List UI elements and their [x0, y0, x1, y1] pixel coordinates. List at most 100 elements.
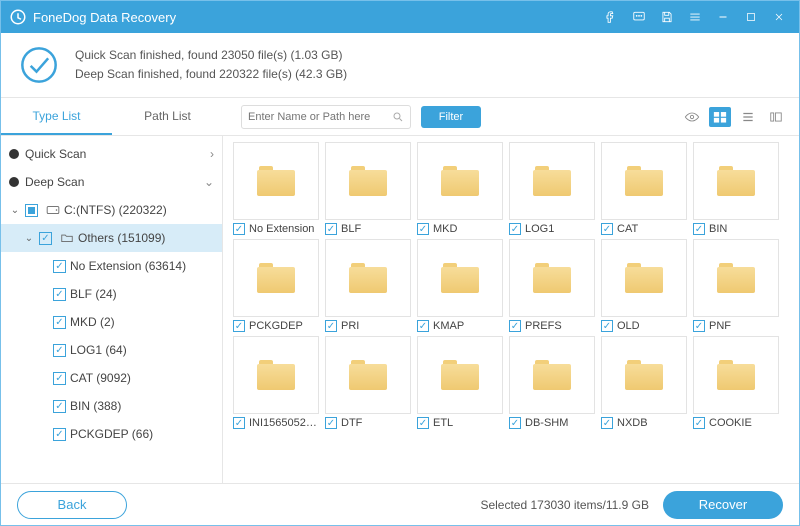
grid-item[interactable]: PREFS	[509, 239, 595, 332]
search-icon	[392, 111, 404, 123]
menu-icon[interactable]	[683, 5, 707, 29]
tree-others[interactable]: ⌄Others (151099)	[1, 224, 222, 252]
checkbox[interactable]	[233, 417, 245, 429]
recover-button[interactable]: Recover	[663, 491, 783, 519]
grid-view-icon[interactable]	[709, 107, 731, 127]
folder-thumb	[509, 336, 595, 414]
grid-item-label: No Extension	[249, 223, 314, 235]
list-view-icon[interactable]	[737, 107, 759, 127]
grid-item[interactable]: BLF	[325, 142, 411, 235]
checkbox[interactable]	[325, 417, 337, 429]
checkbox[interactable]	[417, 417, 429, 429]
grid-item[interactable]: MKD	[417, 142, 503, 235]
save-icon[interactable]	[655, 5, 679, 29]
minimize-icon[interactable]	[711, 5, 735, 29]
grid-item[interactable]: INI1565052569	[233, 336, 319, 429]
checkbox[interactable]	[417, 320, 429, 332]
grid-item[interactable]: NXDB	[601, 336, 687, 429]
folder-thumb	[233, 239, 319, 317]
drive-icon	[46, 204, 60, 216]
checkbox[interactable]	[53, 316, 66, 329]
grid-item[interactable]: BIN	[693, 142, 779, 235]
tree-drive[interactable]: ⌄C:(NTFS) (220322)	[1, 196, 222, 224]
grid-item-label: PREFS	[525, 320, 562, 332]
checkbox[interactable]	[693, 417, 705, 429]
grid-item[interactable]: OLD	[601, 239, 687, 332]
tree-item-label: MKD (2)	[70, 315, 115, 329]
grid-item-label: KMAP	[433, 320, 464, 332]
grid-item[interactable]: DTF	[325, 336, 411, 429]
folder-thumb	[693, 336, 779, 414]
checkbox[interactable]	[509, 320, 521, 332]
checkbox[interactable]	[601, 223, 613, 235]
grid-item-label: COOKIE	[709, 417, 752, 429]
tree-item[interactable]: BIN (388)	[1, 392, 222, 420]
grid-item-label: OLD	[617, 320, 640, 332]
grid-item-label: DB-SHM	[525, 417, 568, 429]
search-box[interactable]	[241, 105, 411, 129]
checkbox[interactable]	[53, 260, 66, 273]
grid-item[interactable]: No Extension	[233, 142, 319, 235]
back-button[interactable]: Back	[17, 491, 127, 519]
tree-item-label: PCKGDEP (66)	[70, 427, 153, 441]
checkbox[interactable]	[233, 223, 245, 235]
checkbox[interactable]	[601, 320, 613, 332]
preview-toggle-icon[interactable]	[681, 107, 703, 127]
checkbox[interactable]	[53, 344, 66, 357]
search-input[interactable]	[248, 111, 392, 123]
checkbox[interactable]	[325, 223, 337, 235]
close-icon[interactable]	[767, 5, 791, 29]
folder-thumb	[325, 239, 411, 317]
filter-button[interactable]: Filter	[421, 106, 481, 128]
tree-item[interactable]: PCKGDEP (66)	[1, 420, 222, 448]
facebook-icon[interactable]	[599, 5, 623, 29]
tree-item-label: BIN (388)	[70, 399, 121, 413]
grid-item[interactable]: CAT	[601, 142, 687, 235]
tree-item[interactable]: BLF (24)	[1, 280, 222, 308]
detail-view-icon[interactable]	[765, 107, 787, 127]
checkbox[interactable]	[417, 223, 429, 235]
checkbox[interactable]	[509, 417, 521, 429]
checkbox[interactable]	[53, 288, 66, 301]
checkbox[interactable]	[601, 417, 613, 429]
grid-item-label: CAT	[617, 223, 638, 235]
app-logo-icon	[9, 8, 27, 26]
grid-item-label: PNF	[709, 320, 731, 332]
grid-item[interactable]: ETL	[417, 336, 503, 429]
grid-item[interactable]: DB-SHM	[509, 336, 595, 429]
tree-item[interactable]: MKD (2)	[1, 308, 222, 336]
grid-item-label: ETL	[433, 417, 453, 429]
chevron-down-icon: ⌄	[204, 175, 214, 189]
tree-item[interactable]: CAT (9092)	[1, 364, 222, 392]
grid-item[interactable]: KMAP	[417, 239, 503, 332]
tab-type-list[interactable]: Type List	[1, 99, 112, 135]
checkbox[interactable]	[693, 320, 705, 332]
folder-thumb	[233, 336, 319, 414]
checkbox[interactable]	[39, 232, 52, 245]
grid-item-label: DTF	[341, 417, 362, 429]
grid-item[interactable]: PNF	[693, 239, 779, 332]
grid-item[interactable]: COOKIE	[693, 336, 779, 429]
checkbox[interactable]	[233, 320, 245, 332]
checkbox[interactable]	[509, 223, 521, 235]
checkbox[interactable]	[693, 223, 705, 235]
quick-scan-status: Quick Scan finished, found 23050 file(s)…	[75, 46, 347, 65]
checkbox[interactable]	[325, 320, 337, 332]
folder-thumb	[325, 336, 411, 414]
checkbox[interactable]	[53, 372, 66, 385]
grid-item[interactable]: PCKGDEP	[233, 239, 319, 332]
grid-item[interactable]: PRI	[325, 239, 411, 332]
tree-item[interactable]: No Extension (63614)	[1, 252, 222, 280]
checkbox[interactable]	[53, 428, 66, 441]
folder-thumb	[601, 142, 687, 220]
grid-item[interactable]: LOG1	[509, 142, 595, 235]
folder-icon	[60, 232, 74, 244]
maximize-icon[interactable]	[739, 5, 763, 29]
feedback-icon[interactable]	[627, 5, 651, 29]
tree-item[interactable]: LOG1 (64)	[1, 336, 222, 364]
tree-deep-scan[interactable]: Deep Scan⌄	[1, 168, 222, 196]
tree-quick-scan[interactable]: Quick Scan›	[1, 140, 222, 168]
checkbox[interactable]	[53, 400, 66, 413]
tab-path-list[interactable]: Path List	[112, 99, 223, 135]
checkbox[interactable]	[25, 204, 38, 217]
